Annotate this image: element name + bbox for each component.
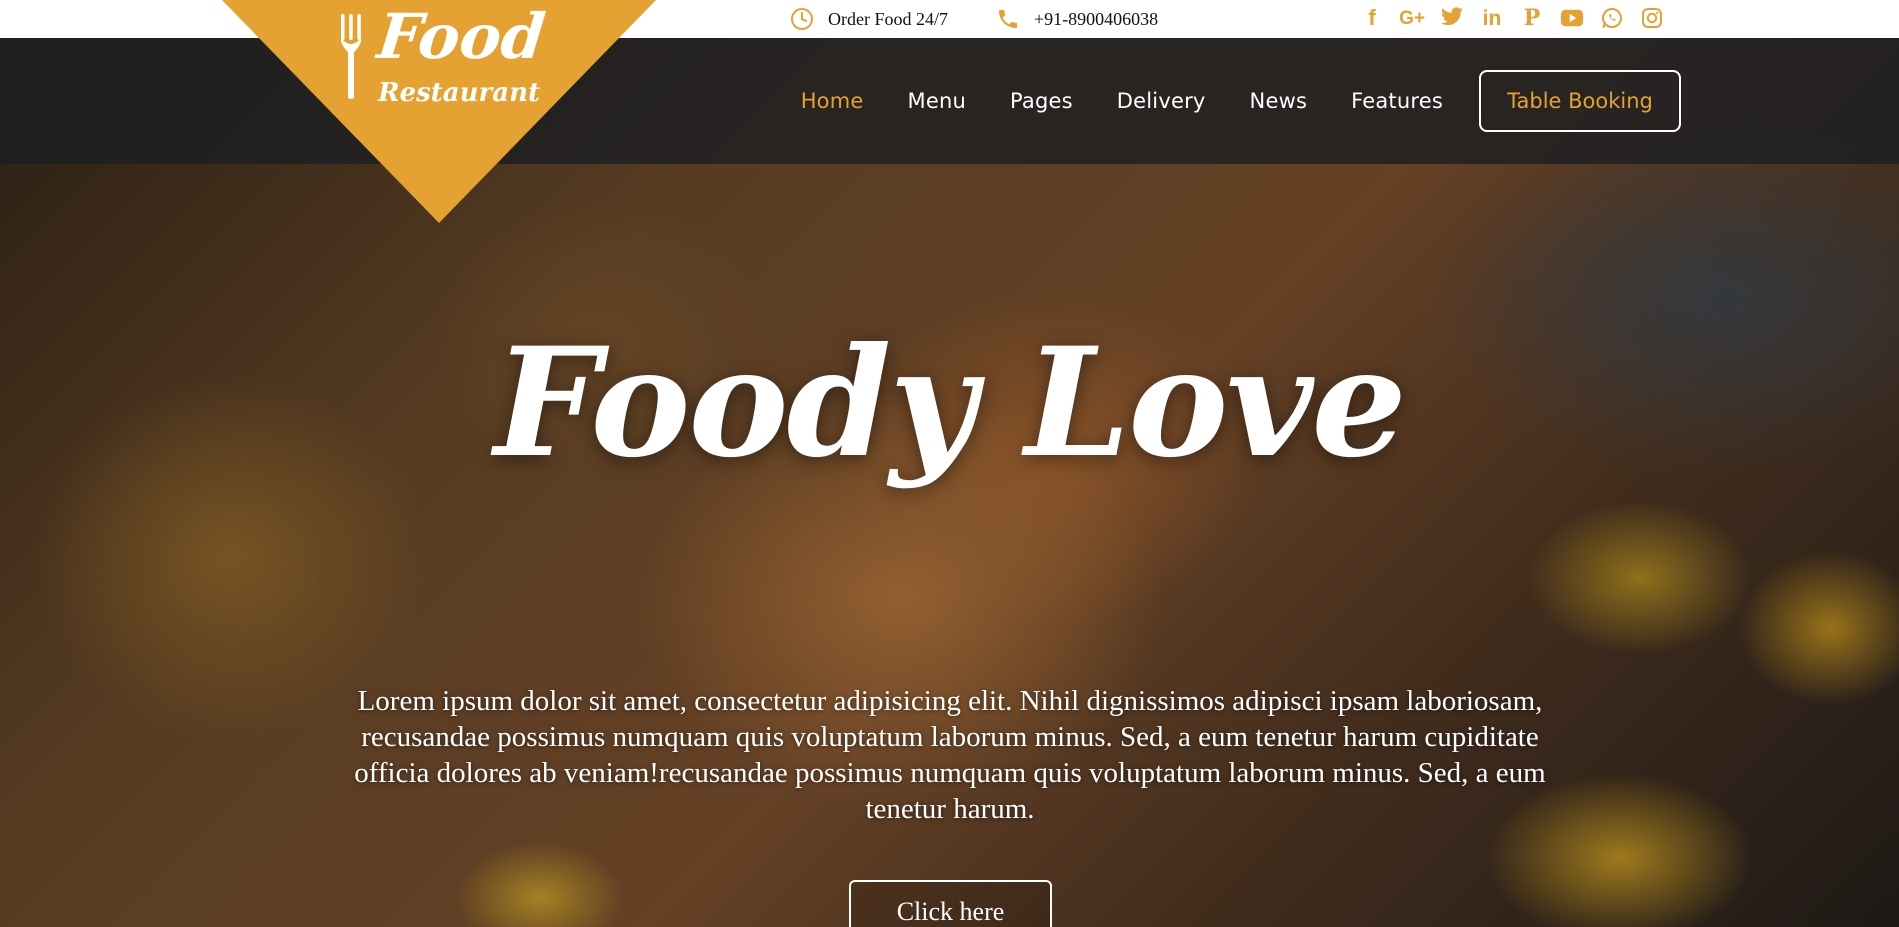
hero-description: Lorem ipsum dolor sit amet, consectetur … xyxy=(354,685,1546,825)
order-info: Order Food 24/7 xyxy=(790,0,948,38)
nav-item-pages[interactable]: Pages xyxy=(1010,89,1073,113)
nav-item-home[interactable]: Home xyxy=(801,89,864,113)
order-label: Order Food 24/7 xyxy=(828,8,948,29)
social-links: f G+ in P xyxy=(1360,0,1664,36)
phone-number[interactable]: +91-8900406038 xyxy=(1034,9,1158,30)
click-here-button[interactable]: Click here xyxy=(849,880,1052,927)
instagram-icon[interactable] xyxy=(1640,6,1664,30)
nav-item-delivery[interactable]: Delivery xyxy=(1117,89,1206,113)
site-logo[interactable]: Food Restaurant xyxy=(222,0,656,223)
youtube-icon[interactable] xyxy=(1560,6,1584,30)
linkedin-icon[interactable]: in xyxy=(1480,6,1504,30)
logo-text-food: Food xyxy=(374,0,549,73)
main-nav: Home Menu Pages Delivery News Features T… xyxy=(801,38,1899,164)
clock-icon xyxy=(790,7,814,31)
logo-text-restaurant: Restaurant xyxy=(378,78,541,108)
nav-item-news[interactable]: News xyxy=(1250,89,1308,113)
nav-item-features[interactable]: Features xyxy=(1351,89,1443,113)
nav-item-menu[interactable]: Menu xyxy=(908,89,966,113)
hero-title: Foody Love xyxy=(494,315,1407,491)
pinterest-icon[interactable]: P xyxy=(1520,6,1544,30)
phone-info: +91-8900406038 xyxy=(996,0,1158,38)
phone-icon xyxy=(996,7,1020,31)
google-plus-icon[interactable]: G+ xyxy=(1399,6,1425,30)
table-booking-button[interactable]: Table Booking xyxy=(1479,70,1681,132)
facebook-icon[interactable]: f xyxy=(1360,6,1384,30)
whatsapp-icon[interactable] xyxy=(1600,6,1624,30)
twitter-icon[interactable] xyxy=(1440,6,1464,30)
